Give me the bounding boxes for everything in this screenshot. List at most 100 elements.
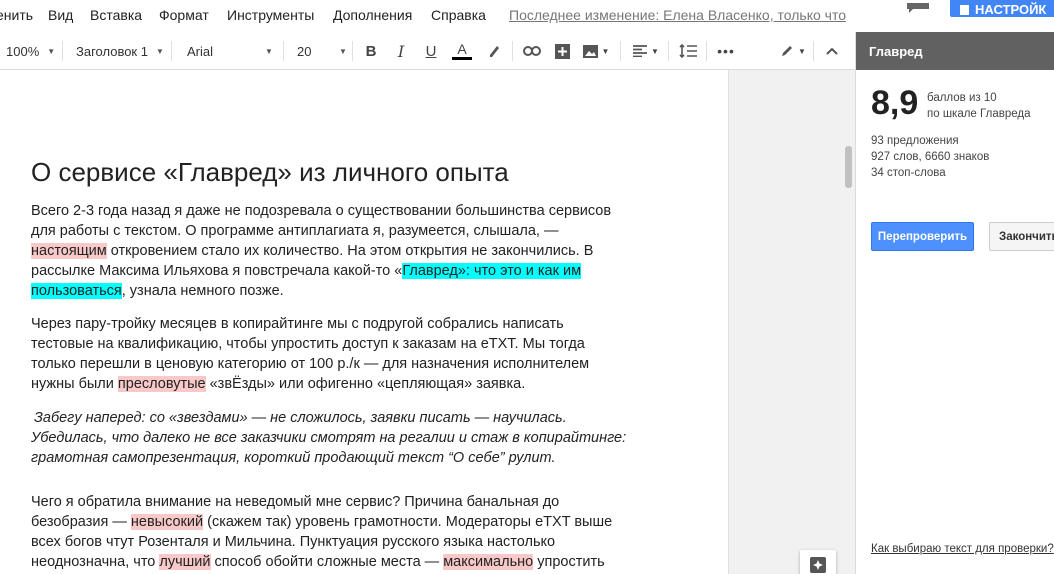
paragraph-line: пользоваться, узнала немного позже.: [31, 281, 611, 301]
divider: [352, 41, 353, 61]
menu-help[interactable]: Справка: [431, 7, 486, 23]
paragraph-line: всех богов чтут Розенталя и Мильчина. Пу…: [31, 534, 556, 550]
paragraph-line: рассылке Максима Ильяхова я повстречала …: [31, 261, 611, 281]
paragraph-line: Через пару-тройку месяцев в копирайтинге…: [31, 316, 564, 332]
words-count: 927 слов, 6660 знаков: [871, 151, 990, 163]
paragraph-line: только перешли в ценовую категорию от 10…: [31, 356, 590, 372]
line-spacing-icon[interactable]: [678, 41, 698, 61]
document-title: О сервисе «Главред» из личного опыта: [31, 157, 509, 187]
stopword-highlight[interactable]: настоящим: [31, 243, 107, 259]
panel-title: Главред: [856, 32, 1054, 70]
paragraph-2: Через пару-тройку месяцев в копирайтинге…: [31, 314, 589, 394]
align-icon[interactable]: ▼: [630, 41, 662, 61]
paragraph-3-quote: Забегу наперед: со «звездами» — не сложи…: [31, 408, 627, 468]
zoom-select[interactable]: 100% ▼: [6, 32, 55, 70]
paragraph-line: Всего 2-3 года назад я даже не подозрева…: [31, 203, 612, 219]
comment-add-icon[interactable]: [552, 41, 572, 61]
chevron-down-icon: ▼: [47, 46, 56, 56]
score-caption: баллов из 10 по шкале Главреда: [927, 90, 1030, 122]
menu-insert[interactable]: Вставка: [90, 7, 142, 23]
recheck-button[interactable]: Перепроверить: [871, 222, 974, 251]
divider: [668, 41, 669, 61]
menu-edit[interactable]: енить: [0, 7, 33, 23]
paragraph-line: Чего я обратила внимание на неведомый мн…: [31, 494, 560, 510]
divider: [813, 41, 814, 61]
bold-icon[interactable]: B: [361, 41, 381, 61]
paragraph-1: Всего 2-3 года назад я даже не подозрева…: [31, 201, 611, 301]
chevron-down-icon: ▼: [339, 46, 347, 56]
menu-format[interactable]: Формат: [159, 7, 209, 23]
divider: [171, 41, 172, 61]
stopword-highlight[interactable]: пресловутые: [117, 376, 206, 392]
comments-icon[interactable]: [907, 0, 929, 13]
document-canvas: О сервисе «Главред» из личного опыта Все…: [0, 70, 855, 574]
help-link[interactable]: Как выбираю текст для проверки?: [871, 543, 1054, 555]
lock-icon: [960, 5, 969, 15]
line-text: неоднозначна, что: [31, 554, 160, 570]
last-edit-link[interactable]: Последнее изменение: Елена Власенко, тол…: [509, 7, 846, 23]
score-value: 8,9: [871, 84, 919, 122]
link-icon[interactable]: [522, 41, 542, 61]
paragraph-line: нужны были пресловутые «звЁзды» или офиг…: [31, 374, 589, 394]
divider: [620, 41, 621, 61]
toolbar: 100% ▼ Заголовок 1 ▼ Arial ▼ 20 ▼ B I U A ▼ …: [0, 32, 855, 70]
line-text: , узнала немного позже.: [121, 283, 284, 299]
paragraph-line: настоящим откровением стало их количеств…: [31, 241, 611, 261]
text-stats: 93 предложения 927 слов, 6660 знаков 34 …: [871, 133, 989, 181]
chevron-down-icon: ▼: [265, 46, 273, 56]
paragraph-line: грамотная самопрезентация, короткий прод…: [31, 450, 556, 466]
more-icon[interactable]: •••: [716, 41, 736, 61]
divider: [512, 41, 513, 61]
stopword-highlight[interactable]: лучший: [159, 554, 211, 570]
edit-mode-icon[interactable]: ▼: [776, 41, 810, 61]
menu-view[interactable]: Вид: [48, 7, 73, 23]
document-page[interactable]: О сервисе «Главред» из личного опыта Все…: [0, 70, 729, 574]
chevron-down-icon: ▼: [155, 46, 164, 56]
stopwords-count: 34 стоп-слова: [871, 167, 946, 179]
paragraph-line: тестовые на квалификацию, чтобы упростит…: [31, 336, 585, 352]
line-text: упростить: [533, 554, 605, 570]
divider: [62, 41, 63, 61]
font-select[interactable]: Arial ▼: [187, 32, 273, 70]
explore-icon: [810, 557, 826, 573]
explore-button[interactable]: [800, 550, 836, 574]
menu-addons[interactable]: Дополнения: [333, 7, 412, 23]
glavred-panel: Главред 8,9 баллов из 10 по шкале Главре…: [855, 32, 1054, 574]
paragraph-line: неоднозначна, что лучший способ обойти с…: [31, 552, 612, 572]
stopword-highlight[interactable]: максимально: [443, 554, 534, 570]
stopword-highlight[interactable]: невысокий: [130, 514, 204, 530]
font-value: Arial: [187, 43, 214, 59]
sentences-count: 93 предложения: [871, 135, 959, 147]
line-text: откровением стало их количество. На этом…: [106, 243, 594, 259]
divider: [283, 41, 284, 61]
paragraph-line: безобразия — невысокий (скажем так) уров…: [31, 512, 612, 532]
finish-button[interactable]: Закончить: [989, 222, 1054, 251]
stopword-highlight[interactable]: Главред»: что это и как им: [402, 263, 582, 279]
italic-icon[interactable]: I: [391, 41, 411, 61]
stopword-highlight[interactable]: пользоваться: [31, 283, 122, 299]
font-size-select[interactable]: 20 ▼: [297, 32, 347, 70]
menu-tools[interactable]: Инструменты: [227, 7, 314, 23]
scrollbar-thumb[interactable]: [845, 146, 852, 188]
highlight-icon[interactable]: [484, 41, 504, 61]
paragraph-4: Чего я обратила внимание на неведомый мн…: [31, 492, 612, 572]
settings-button[interactable]: НАСТРОЙК: [950, 0, 1054, 17]
line-text: нужны были: [31, 376, 118, 392]
paragraph-line: Забегу наперед: со «звездами» — не сложи…: [34, 410, 567, 426]
text-color-icon[interactable]: A: [452, 41, 472, 61]
image-icon[interactable]: ▼: [580, 41, 612, 61]
menu-bar: енить Вид Вставка Формат Инструменты Доп…: [0, 0, 1054, 32]
score-caption-line: по шкале Главреда: [927, 108, 1031, 120]
underline-icon[interactable]: U: [421, 41, 441, 61]
paragraph-line: Убедилась, что далеко не все заказчики с…: [31, 430, 627, 446]
collapse-icon[interactable]: [822, 41, 842, 61]
zoom-value: 100%: [6, 43, 40, 59]
line-text: способ обойти сложные места —: [210, 554, 444, 570]
divider: [706, 41, 707, 61]
line-text: безобразия —: [31, 514, 131, 530]
paragraph-line: для работы с текстом. О программе антипл…: [31, 223, 559, 239]
style-select[interactable]: Заголовок 1 ▼: [76, 32, 164, 70]
line-text: рассылке Максима Ильяхова я повстречала …: [31, 263, 403, 279]
font-size-value: 20: [297, 43, 312, 59]
style-value: Заголовок 1: [76, 43, 148, 59]
